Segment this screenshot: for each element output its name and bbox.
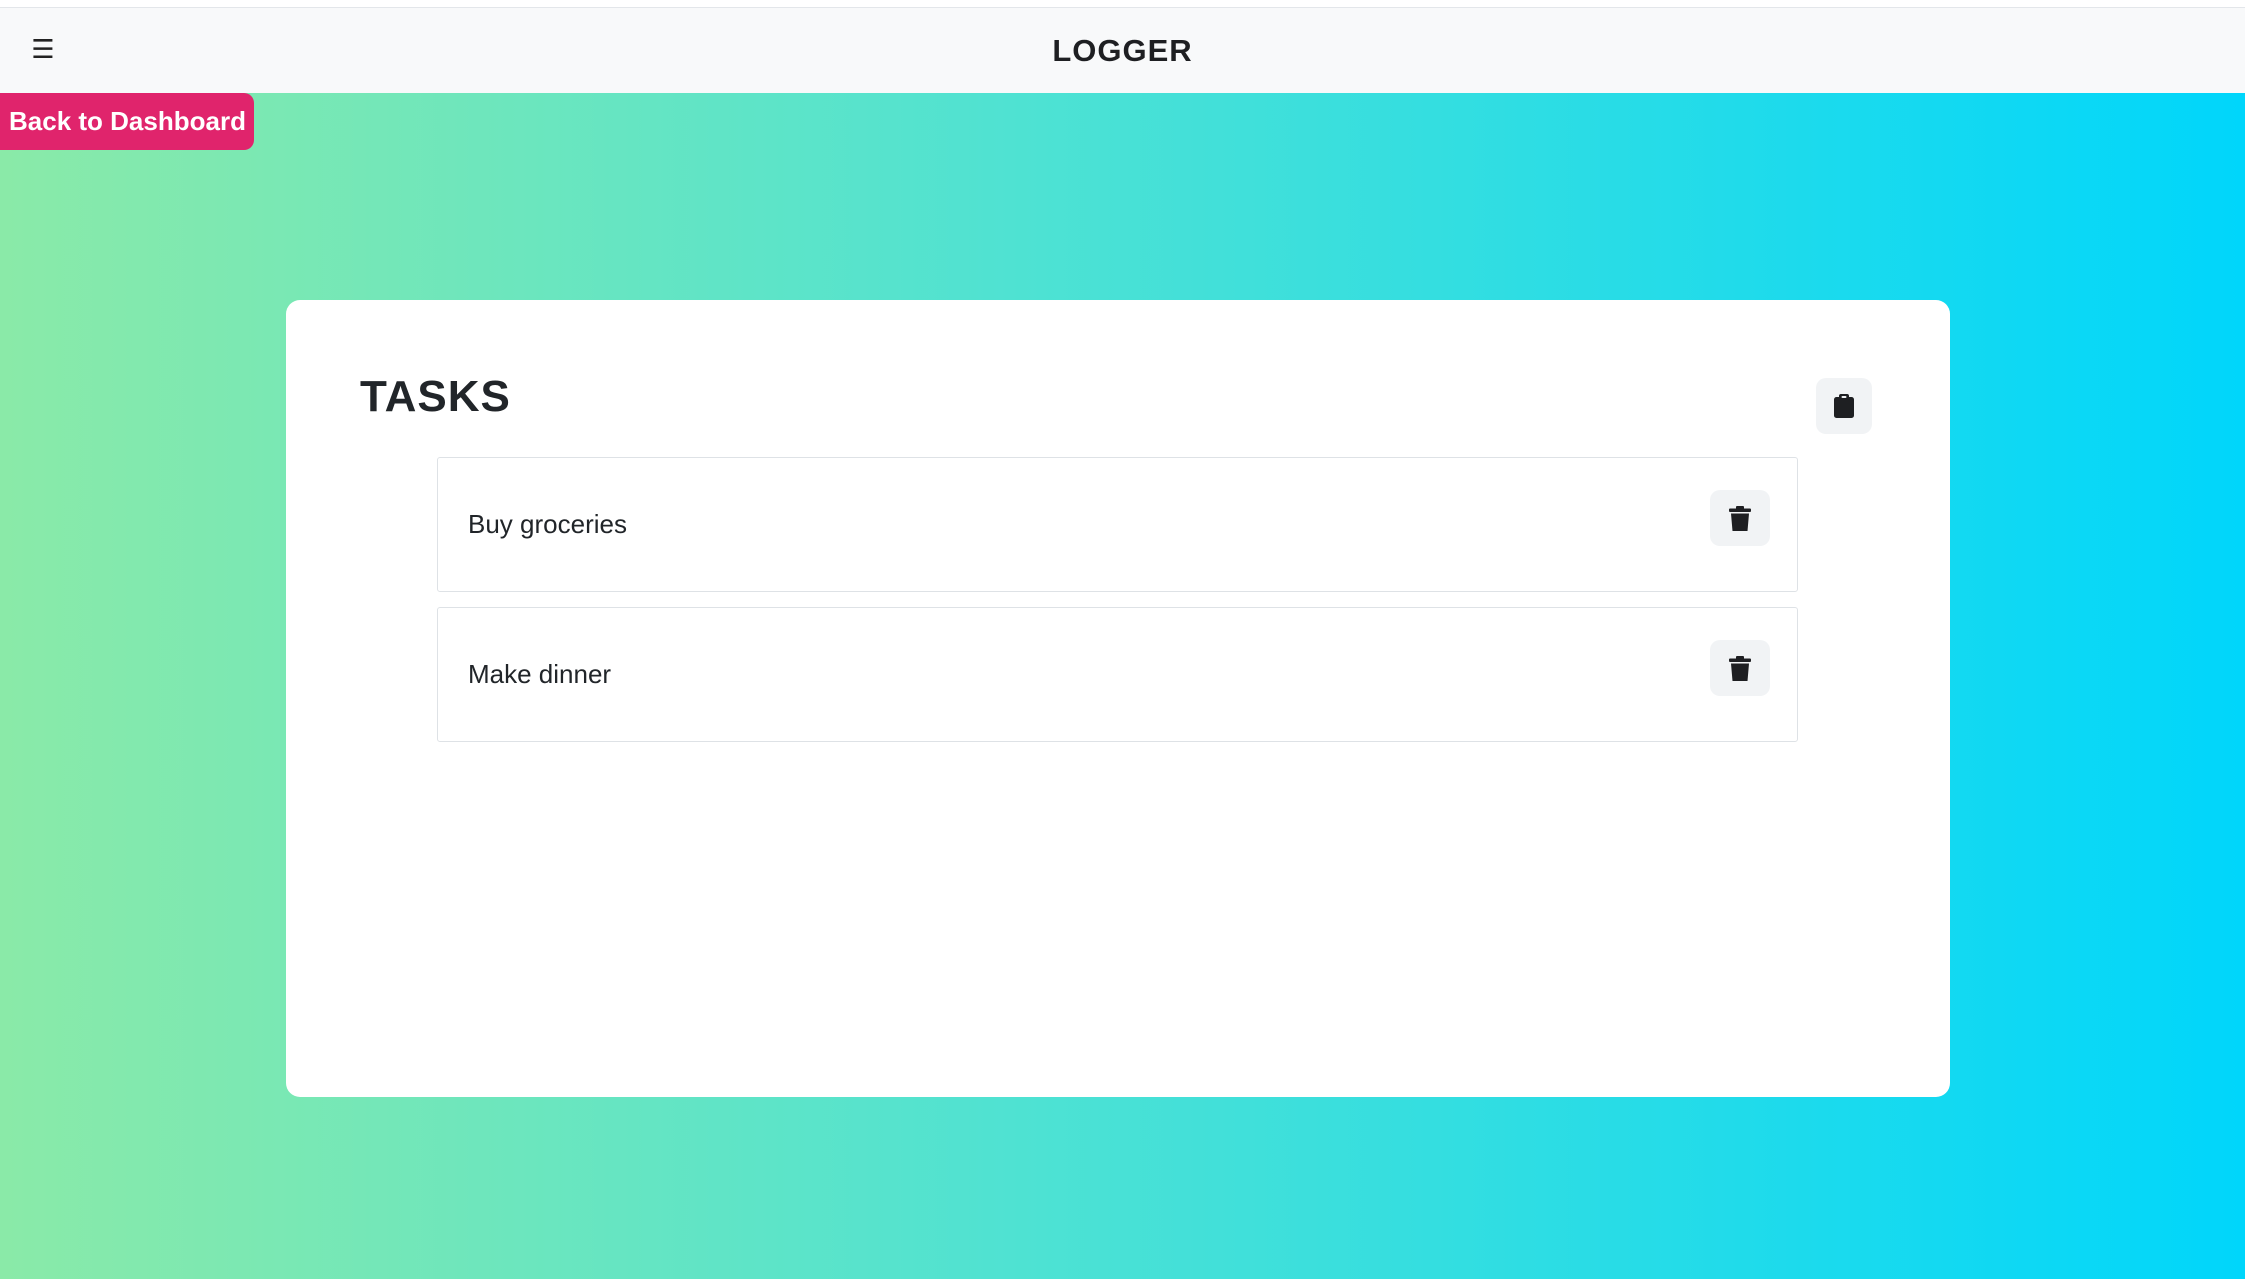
clipboard-button[interactable] <box>1816 378 1872 434</box>
task-label: Buy groceries <box>468 509 627 539</box>
delete-task-button[interactable] <box>1710 490 1770 546</box>
task-label: Make dinner <box>468 659 612 689</box>
task-list: Buy groceries Make dinner <box>437 457 1798 757</box>
app-brand-title: LOGGER <box>1052 32 1193 68</box>
menu-toggle-button[interactable]: ☰ <box>22 30 64 70</box>
tasks-card: TASKS Buy groceries Make dinner <box>286 300 1950 1097</box>
task-item: Make dinner <box>437 607 1798 742</box>
trash-icon <box>1729 655 1751 681</box>
trash-icon <box>1729 505 1751 531</box>
clipboard-icon <box>1834 394 1854 418</box>
task-item: Buy groceries <box>437 457 1798 592</box>
delete-task-button[interactable] <box>1710 640 1770 696</box>
navbar: ☰ LOGGER <box>0 8 2245 93</box>
hamburger-menu-icon: ☰ <box>31 35 55 65</box>
top-strip <box>0 0 2245 8</box>
back-to-dashboard-button[interactable]: Back to Dashboard <box>0 93 254 150</box>
tasks-title: TASKS <box>360 372 511 421</box>
